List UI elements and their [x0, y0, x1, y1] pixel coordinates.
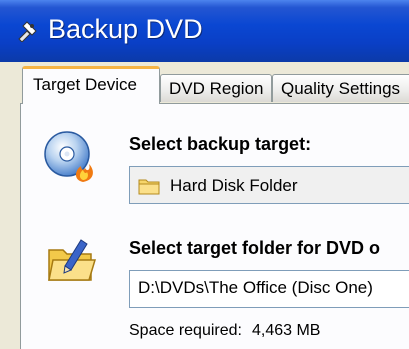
- target-folder-field[interactable]: [129, 270, 409, 308]
- folder-icon: [138, 179, 160, 195]
- title-bar[interactable]: Backup DVD: [0, 0, 409, 62]
- space-required-value: 4,463 MB: [251, 322, 321, 339]
- disc-burn-icon: [44, 131, 93, 182]
- tab-strip: Target Device DVD Region Quality Setting…: [0, 62, 409, 104]
- tab-target-device[interactable]: Target Device: [22, 66, 160, 104]
- target-folder-input[interactable]: [130, 271, 409, 305]
- backup-target-label: Select backup target:: [129, 134, 312, 154]
- space-required-row: Space required: 4,463 MB: [129, 322, 320, 340]
- backup-target-dropdown[interactable]: Hard Disk Folder: [129, 166, 409, 204]
- dvd-tool-icon: [18, 21, 37, 42]
- folder-edit-icon: [48, 239, 97, 281]
- target-folder-label: Select target folder for DVD o: [129, 238, 381, 258]
- tab-dvd-region[interactable]: DVD Region: [160, 74, 272, 102]
- window-title: Backup DVD: [48, 14, 203, 44]
- space-required-label: Space required:: [129, 322, 242, 339]
- tab-quality-settings[interactable]: Quality Settings: [272, 74, 409, 102]
- backup-target-value: Hard Disk Folder: [170, 176, 298, 195]
- backup-dvd-window: Backup DVD Target Device DVD Region Qual…: [0, 0, 409, 349]
- tab-panel-target-device: Select backup target: Hard Disk Folder S…: [20, 103, 409, 349]
